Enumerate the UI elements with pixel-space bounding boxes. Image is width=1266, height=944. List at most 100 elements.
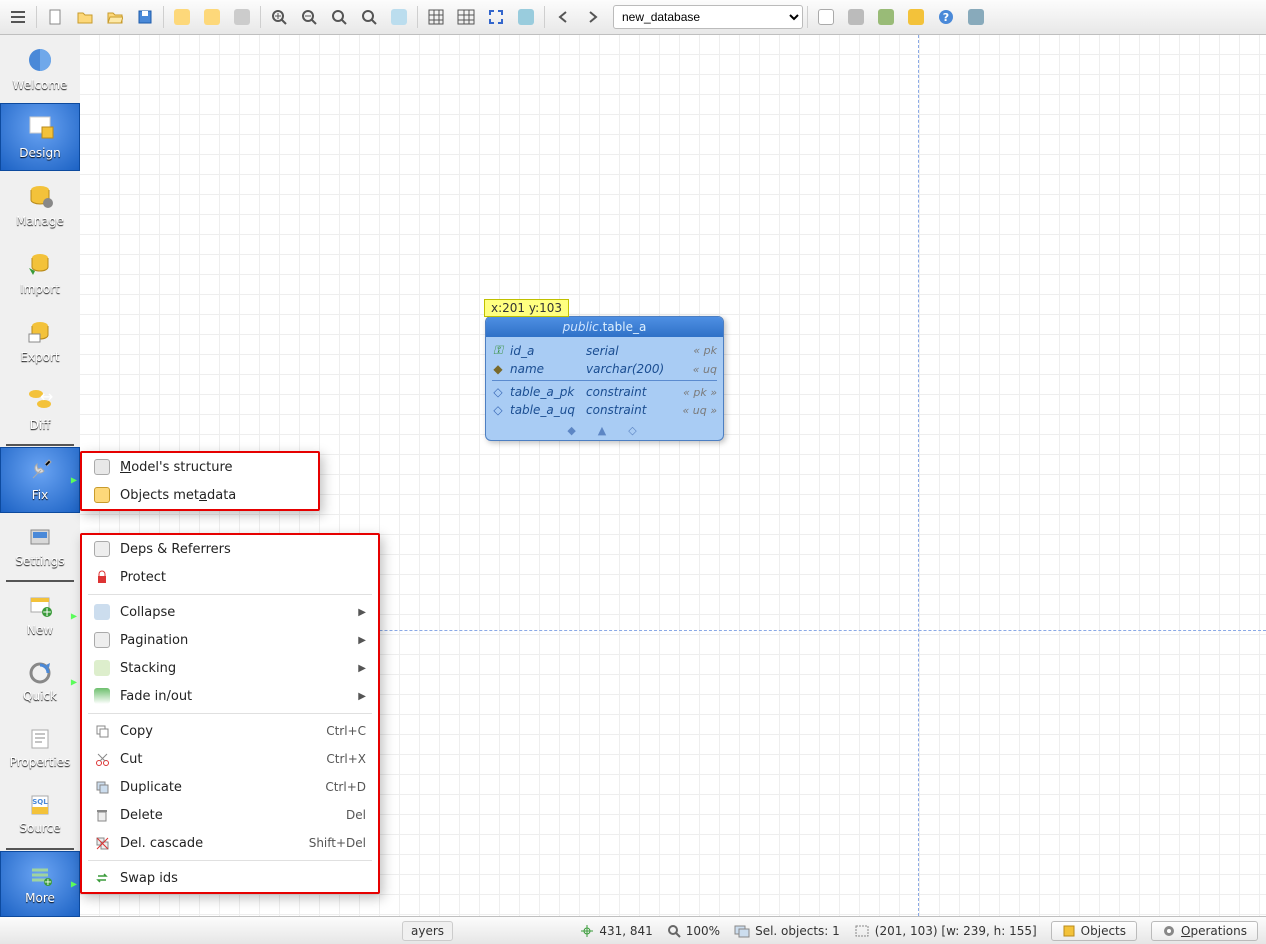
operations-icon — [1162, 924, 1176, 938]
menu-item-copy[interactable]: Copy Ctrl+C — [82, 717, 378, 745]
menu-label: Model's structure — [120, 460, 306, 475]
table-footer-handles[interactable]: ◆ ▲ ◇ — [486, 423, 723, 440]
key-icon: ⚿ — [492, 343, 504, 358]
sidebar-item-source[interactable]: SQL Source — [0, 781, 80, 847]
menu-label: Objects metadata — [120, 488, 306, 503]
menu-label: Deps & Referrers — [120, 542, 366, 557]
objects-button[interactable]: Objects — [1051, 921, 1137, 941]
table-header[interactable]: public.table_a — [486, 317, 723, 337]
menu-item-deps[interactable]: Deps & Referrers — [82, 535, 378, 563]
overview-icon[interactable] — [385, 3, 413, 31]
menu-item-pagination[interactable]: Pagination ▶ — [82, 626, 378, 654]
column-name: name — [510, 362, 580, 376]
table-box[interactable]: x:201 y:103 public.table_a ⚿ id_a serial… — [485, 316, 724, 441]
sidebar-item-diff[interactable]: ↔ Diff — [0, 375, 80, 443]
bookmark-icon[interactable] — [812, 3, 840, 31]
sidebar-item-more[interactable]: ▶ + More — [0, 851, 80, 917]
welcome-icon — [26, 46, 54, 74]
column-type: serial — [586, 344, 676, 358]
open-folder-icon[interactable] — [71, 3, 99, 31]
sidebar-item-manage[interactable]: Manage — [0, 171, 80, 239]
delete-icon — [94, 807, 110, 823]
menu-item-del-cascade[interactable]: Del. cascade Shift+Del — [82, 829, 378, 857]
sidebar-item-settings[interactable]: Settings — [0, 513, 80, 579]
toolbar-separator — [807, 6, 808, 28]
sidebar-item-fix[interactable]: ▶ Fix — [0, 447, 80, 513]
table-schema: public — [563, 320, 599, 334]
menu-item-cut[interactable]: Cut Ctrl+X — [82, 745, 378, 773]
menu-item-protect[interactable]: Protect — [82, 563, 378, 591]
import-icon[interactable] — [198, 3, 226, 31]
menu-item-duplicate[interactable]: Duplicate Ctrl+D — [82, 773, 378, 801]
print-icon[interactable] — [228, 3, 256, 31]
menu-item-model-structure[interactable]: Model's structure — [82, 453, 318, 481]
sidebar-label: Properties — [10, 755, 71, 769]
fullscreen-icon[interactable] — [482, 3, 510, 31]
geometry-text: (201, 103) [w: 239, h: 155] — [875, 924, 1037, 938]
zoom-level[interactable]: 100% — [667, 924, 720, 938]
servers-icon[interactable] — [902, 3, 930, 31]
database-selector[interactable]: new_database — [613, 5, 803, 29]
column-row[interactable]: ⚿ id_a serial « pk — [492, 341, 717, 360]
sidebar-item-export[interactable]: Export — [0, 307, 80, 375]
sidebar-item-import[interactable]: Import — [0, 239, 80, 307]
export-icon[interactable] — [168, 3, 196, 31]
table-name: table_a — [603, 320, 647, 334]
new-file-icon[interactable] — [41, 3, 69, 31]
sidebar-item-welcome[interactable]: Welcome — [0, 35, 80, 103]
help-icon[interactable]: ? — [932, 3, 960, 31]
menu-item-stacking[interactable]: Stacking ▶ — [82, 654, 378, 682]
menu-label: Cut — [120, 752, 316, 767]
donate-icon[interactable] — [962, 3, 990, 31]
constraint-row[interactable]: ◇ table_a_pk constraint « pk » — [492, 383, 717, 401]
grid-wide-icon[interactable] — [452, 3, 480, 31]
menu-item-swap-ids[interactable]: Swap ids — [82, 864, 378, 892]
menu-item-fade[interactable]: Fade in/out ▶ — [82, 682, 378, 710]
nav-prev-icon[interactable] — [549, 3, 577, 31]
diamond-icon: ◇ — [492, 403, 504, 417]
menu-label: Stacking — [120, 661, 348, 676]
zoom-out-icon[interactable] — [295, 3, 323, 31]
menu-label: Collapse — [120, 605, 348, 620]
sidebar-item-new[interactable]: ▶ + New — [0, 583, 80, 649]
position-tooltip: x:201 y:103 — [484, 299, 569, 317]
constraint-row[interactable]: ◇ table_a_uq constraint « uq » — [492, 401, 717, 419]
layers-button-partial[interactable]: ayers — [402, 921, 453, 941]
zoom-fit-icon[interactable] — [355, 3, 383, 31]
database-select[interactable]: new_database — [613, 5, 803, 29]
menu-item-objects-metadata[interactable]: Objects metadata — [82, 481, 318, 509]
constraint-name: table_a_uq — [510, 403, 580, 417]
menu-label: Del. cascade — [120, 836, 299, 851]
operations-button[interactable]: Operations — [1151, 921, 1258, 941]
left-sidebar: Welcome Design Manage Import Export ↔ Di… — [0, 35, 80, 944]
menu-item-delete[interactable]: Delete Del — [82, 801, 378, 829]
snap-icon[interactable] — [512, 3, 540, 31]
menu-shortcut: Shift+Del — [309, 836, 366, 850]
zoom-in-icon[interactable] — [265, 3, 293, 31]
save-icon[interactable] — [131, 3, 159, 31]
more-icon: + — [28, 863, 52, 887]
svg-text:SQL: SQL — [32, 798, 48, 806]
menu-item-collapse[interactable]: Collapse ▶ — [82, 598, 378, 626]
zoom-reset-icon[interactable] — [325, 3, 353, 31]
grid-compact-icon[interactable] — [422, 3, 450, 31]
menu-shortcut: Ctrl+D — [325, 780, 366, 794]
deps-icon — [94, 541, 110, 557]
nav-next-icon[interactable] — [579, 3, 607, 31]
column-row[interactable]: ◆ name varchar(200) « uq — [492, 360, 717, 378]
expand-indicator-icon: ▶ — [71, 678, 77, 687]
sidebar-separator — [6, 580, 74, 582]
toolbar-separator — [544, 6, 545, 28]
toolbar-separator — [260, 6, 261, 28]
expand-indicator-icon: ▶ — [71, 612, 77, 621]
menu-icon[interactable] — [4, 3, 32, 31]
bug-icon[interactable] — [872, 3, 900, 31]
sidebar-item-properties[interactable]: Properties — [0, 715, 80, 781]
sidebar-item-quick[interactable]: ▶ Quick — [0, 649, 80, 715]
sidebar-item-design[interactable]: Design — [0, 103, 80, 171]
operations-button-label: Operations — [1181, 924, 1247, 938]
sidebar-label: More — [25, 891, 55, 905]
folder-open-icon[interactable] — [101, 3, 129, 31]
submenu-arrow-icon: ▶ — [358, 607, 366, 618]
plugin-icon[interactable] — [842, 3, 870, 31]
